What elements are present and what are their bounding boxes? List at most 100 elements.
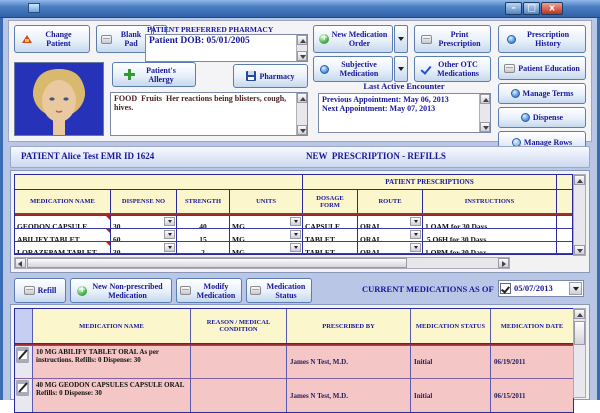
- route-dropdown[interactable]: [410, 230, 421, 239]
- as-of-checkbox[interactable]: [500, 283, 511, 294]
- scroll-down-icon[interactable]: [480, 122, 490, 132]
- scroll-up-icon[interactable]: [574, 175, 585, 185]
- edit-row-icon[interactable]: [16, 380, 30, 396]
- scroll-left-icon[interactable]: [15, 258, 26, 268]
- prescription-history-button[interactable]: Prescription History: [498, 25, 586, 53]
- new-medication-order-button[interactable]: New Medication Order: [313, 25, 393, 53]
- dispense-button[interactable]: Dispense: [498, 107, 586, 128]
- subjective-medication-dropdown[interactable]: [394, 56, 408, 82]
- print-prescription-button[interactable]: Print Prescription: [414, 25, 491, 53]
- medication-status: Initial: [411, 356, 435, 368]
- instructions: 1 QPM for 30 Days: [423, 247, 489, 253]
- as-of-date-dropdown[interactable]: [569, 282, 582, 295]
- current-medications-label: CURRENT MEDICATIONS AS OF: [362, 284, 494, 294]
- prescription-row[interactable]: LORAZEPAM TABLET 30 2 MG TABLET ORAL 1 Q…: [15, 241, 572, 254]
- route: ORAL: [358, 221, 384, 228]
- new-medication-order-dropdown[interactable]: [394, 25, 408, 53]
- encounter-box-scrollbar[interactable]: [479, 94, 490, 132]
- patients-allergy-button[interactable]: Patient's Allergy: [112, 62, 196, 87]
- hscroll-thumb[interactable]: [27, 258, 407, 268]
- col-medication-date[interactable]: MEDICATION DATE: [491, 309, 573, 343]
- chevron-down-icon: [414, 220, 418, 223]
- as-of-date-combo[interactable]: 05/07/2013: [498, 280, 584, 297]
- chevron-down-icon: [168, 220, 172, 223]
- chevron-down-icon: [414, 233, 418, 236]
- table-vscrollbar[interactable]: [573, 308, 586, 398]
- route-dropdown[interactable]: [410, 243, 421, 252]
- prescription-history-icon: [507, 35, 516, 44]
- scroll-down-icon[interactable]: [297, 125, 307, 135]
- patient-education-label: Patient Education: [518, 64, 580, 73]
- edit-row-icon[interactable]: [16, 347, 30, 363]
- dispense-dropdown[interactable]: [164, 217, 175, 226]
- close-button[interactable]: x: [541, 2, 563, 15]
- reason: [191, 346, 286, 350]
- dispense-dropdown[interactable]: [164, 230, 175, 239]
- allergy-box[interactable]: FOOD Fruits Her reactions being blisters…: [110, 92, 308, 136]
- allergy-text: FOOD Fruits Her reactions being blisters…: [114, 94, 293, 112]
- new-nonprescribed-medication-button[interactable]: New Non-prescribed Medication: [70, 278, 172, 303]
- pharmacy-button[interactable]: Pharmacy: [233, 64, 308, 88]
- prescription-row[interactable]: GEODON CAPSULE 30 40 MG CAPSULE ORAL 1 Q…: [15, 215, 572, 228]
- grid-vscrollbar[interactable]: [573, 174, 586, 256]
- scroll-right-icon[interactable]: [498, 258, 509, 268]
- units-dropdown[interactable]: [290, 243, 301, 252]
- modify-medication-button[interactable]: Modify Medication: [176, 278, 242, 303]
- refill-button[interactable]: Refill: [14, 278, 66, 303]
- blank-pad-label: Blank Pad: [115, 30, 147, 48]
- route-dropdown[interactable]: [410, 217, 421, 226]
- med-name: 40 MG GEODON CAPSULES CAPSULE ORAL Refil…: [33, 379, 190, 399]
- other-otc-medications-button[interactable]: Other OTC Medications: [414, 56, 491, 82]
- col-reason[interactable]: REASON / MEDICAL CONDITION: [191, 309, 287, 343]
- col-medication-status[interactable]: MEDICATION STATUS: [411, 309, 491, 343]
- col-medication-name[interactable]: MEDICATION NAME: [15, 190, 111, 213]
- col-instructions[interactable]: INSTRUCTIONS: [423, 190, 557, 213]
- allergy-box-scrollbar[interactable]: [296, 93, 307, 135]
- group-header-end: [557, 175, 572, 189]
- dispense-dropdown[interactable]: [164, 243, 175, 252]
- units-dropdown[interactable]: [290, 217, 301, 226]
- next-appointment: Next Appointment: May 07, 2013: [322, 104, 476, 113]
- scroll-down-icon[interactable]: [574, 245, 585, 255]
- current-medications-table: MEDICATION NAME REASON / MEDICAL CONDITI…: [14, 308, 574, 413]
- scroll-up-icon[interactable]: [297, 93, 307, 103]
- grid-hscrollbar[interactable]: [14, 257, 510, 269]
- scroll-up-icon[interactable]: [574, 309, 585, 319]
- vscroll-thumb[interactable]: [574, 321, 585, 345]
- change-patient-button[interactable]: Change Patient: [14, 25, 90, 53]
- medication-status-button[interactable]: Medication Status: [246, 278, 312, 303]
- scroll-down-icon[interactable]: [297, 51, 307, 61]
- patients-allergy-label: Patient's Allergy: [138, 66, 184, 84]
- chevron-down-icon: [398, 67, 404, 71]
- col-dispense-no[interactable]: DISPENSE NO: [111, 190, 177, 213]
- prescription-row[interactable]: ABILIFY TABLET 60 15 MG TABLET ORAL .5 Q…: [15, 228, 572, 241]
- note-marker-icon: [106, 229, 110, 233]
- col-route[interactable]: ROUTE: [358, 190, 423, 213]
- patient-education-button[interactable]: Patient Education: [498, 56, 586, 80]
- col-prescribed-by[interactable]: PRESCRIBED BY: [287, 309, 411, 343]
- maximize-button[interactable]: □: [523, 2, 540, 15]
- col-units[interactable]: UNITS: [230, 190, 303, 213]
- manage-terms-button[interactable]: Manage Terms: [498, 83, 586, 104]
- blank-pad-button[interactable]: Blank Pad: [96, 25, 152, 53]
- other-otc-medications-label: Other OTC Medications: [432, 60, 484, 78]
- encounter-box[interactable]: Previous Appointment: May 06, 2013 Next …: [318, 93, 491, 133]
- scroll-up-icon[interactable]: [297, 35, 307, 45]
- subjective-medication-button[interactable]: Subjective Medication: [313, 56, 393, 82]
- col-strength[interactable]: STRENGTH: [177, 190, 230, 213]
- col-dosage-form[interactable]: DOSAGE FORM: [303, 190, 358, 213]
- current-med-row[interactable]: 40 MG GEODON CAPSULES CAPSULE ORAL Refil…: [15, 379, 573, 412]
- current-med-row[interactable]: 10 MG ABILIFY TABLET ORAL As per instruc…: [15, 346, 573, 379]
- pharmacy-info-box[interactable]: Patient DOB: 05/01/2005: [145, 34, 308, 62]
- units-dropdown[interactable]: [290, 230, 301, 239]
- prescription-history-label: Prescription History: [519, 30, 577, 48]
- chevron-down-icon: [398, 37, 404, 41]
- minimize-button[interactable]: –: [505, 2, 522, 15]
- manage-terms-label: Manage Terms: [523, 89, 574, 98]
- col-medication-name[interactable]: MEDICATION NAME: [33, 309, 191, 343]
- pharmacy-label: Pharmacy: [259, 72, 294, 81]
- modify-medication-label: Modify Medication: [194, 282, 238, 300]
- scroll-up-icon[interactable]: [480, 94, 490, 104]
- pharmacy-box-scrollbar[interactable]: [296, 35, 307, 61]
- patient-photo-image: [15, 63, 103, 135]
